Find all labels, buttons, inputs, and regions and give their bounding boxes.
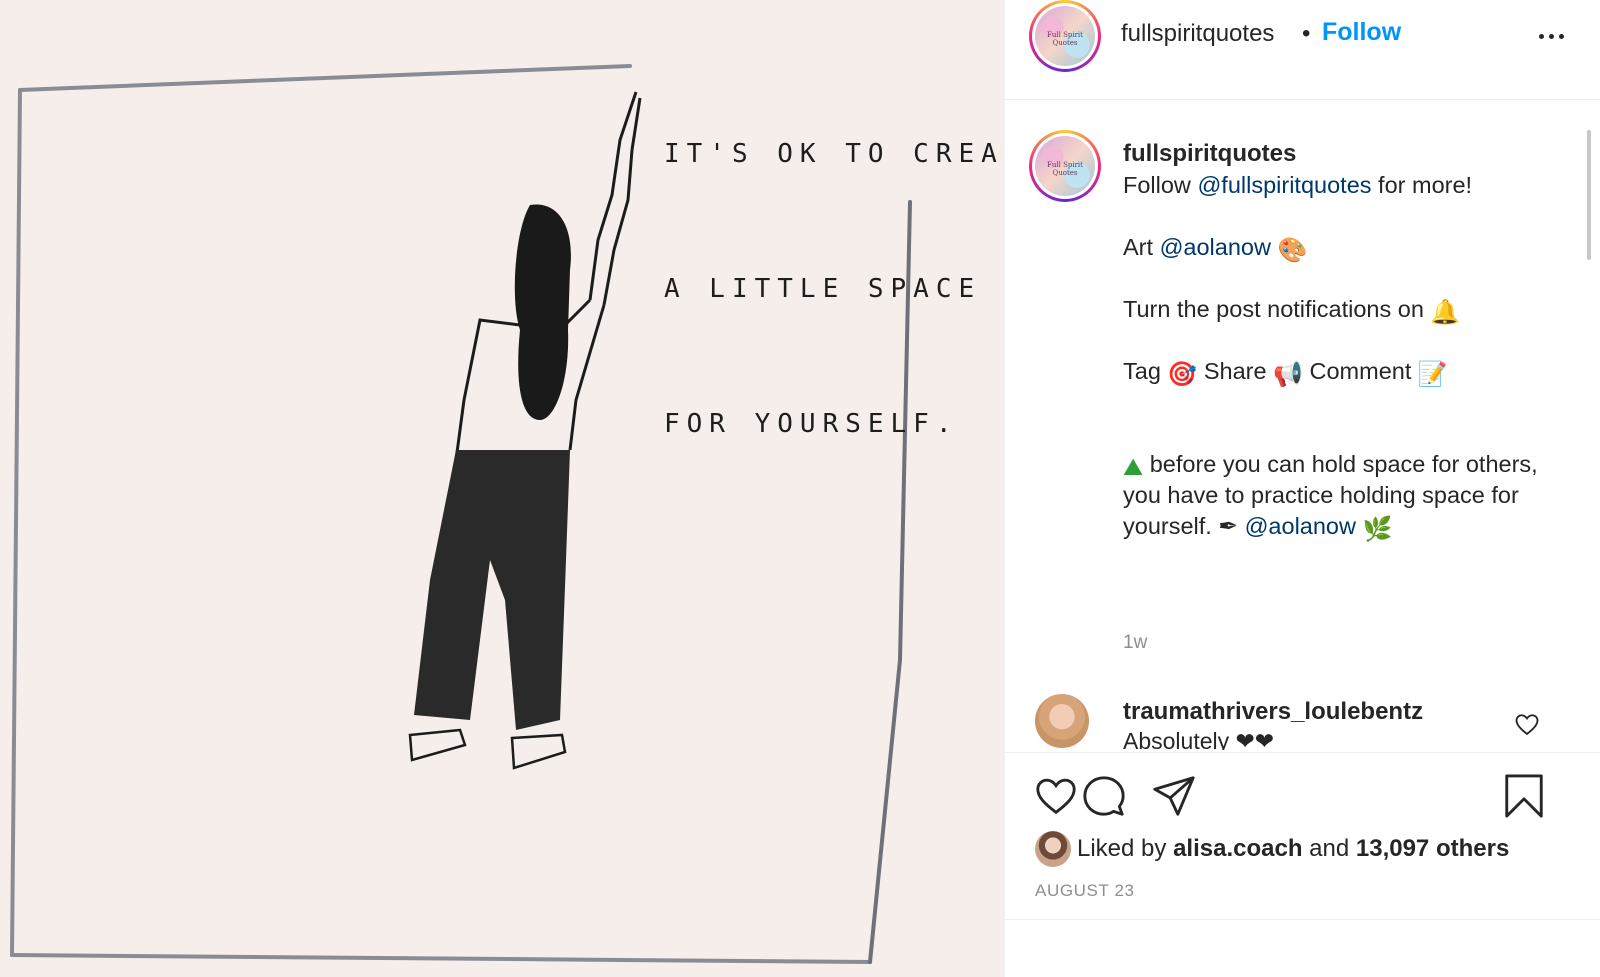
separator-dot: • bbox=[1302, 20, 1311, 47]
comments-scroll-area[interactable]: Full Spirit Quotes fullspiritquotes Foll… bbox=[1005, 100, 1585, 750]
comment-text: Absolutely ❤❤ bbox=[1123, 728, 1275, 750]
liker-avatar[interactable] bbox=[1035, 831, 1071, 867]
like-heart-icon[interactable] bbox=[1033, 773, 1079, 819]
pen-icon: ✒ bbox=[1218, 513, 1239, 539]
caption-avatar[interactable]: Full Spirit Quotes bbox=[1029, 130, 1101, 202]
share-send-icon[interactable] bbox=[1151, 773, 1197, 819]
post-header: Full Spirit Quotes fullspiritquotes • Fo… bbox=[1005, 0, 1600, 100]
mention-aolanow[interactable]: @aolanow bbox=[1160, 234, 1271, 260]
likes-count-others[interactable]: 13,097 others bbox=[1356, 835, 1509, 862]
more-options-icon[interactable] bbox=[1537, 22, 1567, 48]
leaf-icon: 🌿 bbox=[1362, 516, 1393, 543]
profile-avatar[interactable]: Full Spirit Quotes bbox=[1029, 0, 1101, 72]
commenter-avatar[interactable] bbox=[1035, 694, 1089, 748]
palette-icon: 🎨 bbox=[1277, 237, 1308, 264]
target-icon: 🎯 bbox=[1167, 361, 1198, 388]
post-side-panel: Full Spirit Quotes fullspiritquotes • Fo… bbox=[1004, 0, 1600, 977]
comment-like-heart-icon[interactable] bbox=[1513, 710, 1541, 738]
quote-line-1: IT'S OK TO CREATE bbox=[664, 139, 1004, 169]
megaphone-icon: 📢 bbox=[1273, 361, 1303, 388]
likes-summary: Liked by alisa.coach and 13,097 others bbox=[1077, 835, 1510, 862]
caption-line-notifications: Turn the post notifications on 🔔 bbox=[1123, 296, 1461, 326]
comment-bubble-icon[interactable] bbox=[1081, 773, 1127, 819]
quote-line-2: A LITTLE SPACE bbox=[664, 274, 982, 304]
header-username[interactable]: fullspiritquotes bbox=[1121, 20, 1274, 48]
mountain-icon: ⛰ bbox=[1123, 454, 1144, 481]
caption-body: ⛰ before you can hold space for others, … bbox=[1123, 451, 1538, 543]
caption-line-art: Art @aolanow 🎨 bbox=[1123, 234, 1308, 264]
mention-fullspiritquotes[interactable]: @fullspiritquotes bbox=[1197, 172, 1371, 198]
caption-line-follow: Follow @fullspiritquotes for more! bbox=[1123, 172, 1473, 198]
save-bookmark-icon[interactable] bbox=[1501, 773, 1547, 819]
follow-button[interactable]: Follow bbox=[1322, 18, 1401, 47]
quote-text: IT'S OK TO CREATE A LITTLE SPACE FOR YOU… bbox=[664, 42, 1004, 537]
mention-aolanow-2[interactable]: @aolanow bbox=[1245, 513, 1356, 539]
quote-line-3: FOR YOURSELF. bbox=[664, 409, 959, 439]
caption-username[interactable]: fullspiritquotes bbox=[1123, 140, 1296, 168]
caption-text: Follow @fullspiritquotes for more! Art @… bbox=[1123, 170, 1543, 542]
commenter-username[interactable]: traumathrivers_loulebentz bbox=[1123, 698, 1423, 726]
post-date[interactable]: AUGUST 23 bbox=[1035, 881, 1135, 901]
liked-by-user[interactable]: alisa.coach bbox=[1173, 835, 1302, 862]
post-image[interactable]: IT'S OK TO CREATE A LITTLE SPACE FOR YOU… bbox=[0, 0, 1004, 977]
memo-icon: 📝 bbox=[1417, 361, 1448, 388]
post-time[interactable]: 1w bbox=[1123, 632, 1147, 654]
scrollbar-thumb[interactable] bbox=[1587, 130, 1591, 260]
caption-line-tag-share: Tag 🎯 Share 📢 Comment 📝 bbox=[1123, 358, 1448, 388]
post-actions: Liked by alisa.coach and 13,097 others A… bbox=[1005, 752, 1600, 920]
bell-icon: 🔔 bbox=[1430, 299, 1461, 326]
